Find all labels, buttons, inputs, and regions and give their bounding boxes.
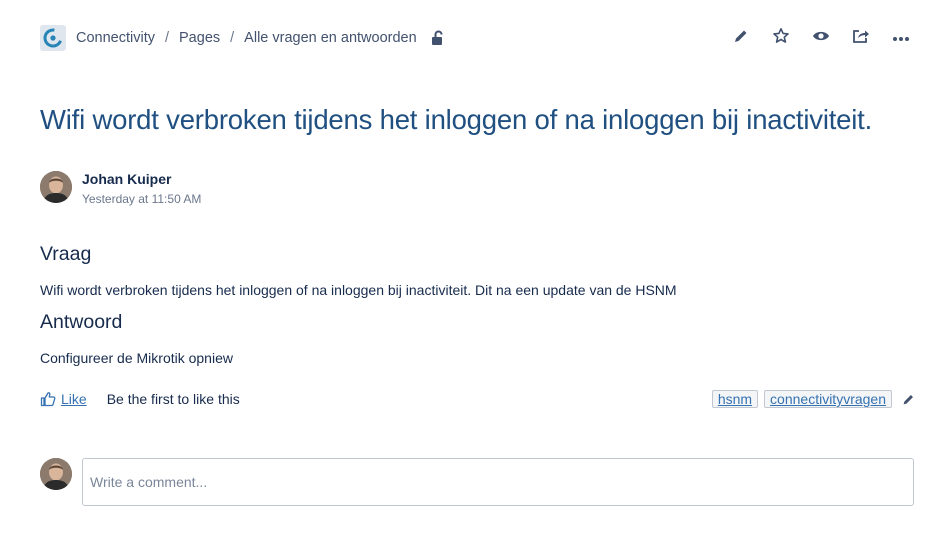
like-button[interactable]: Like bbox=[40, 391, 87, 407]
like-bar: Like Be the first to like this hsnm conn… bbox=[40, 389, 915, 409]
more-icon bbox=[892, 29, 910, 47]
favourite-button[interactable] bbox=[761, 24, 801, 52]
thumbs-up-icon bbox=[40, 391, 56, 407]
page-actions bbox=[721, 24, 921, 52]
like-label: Like bbox=[61, 391, 87, 407]
comment-area bbox=[40, 458, 914, 506]
author-name[interactable]: Johan Kuiper bbox=[82, 171, 201, 188]
question-heading: Vraag bbox=[40, 243, 92, 265]
pencil-icon bbox=[902, 393, 915, 406]
author-avatar[interactable] bbox=[40, 171, 72, 203]
breadcrumb-separator: / bbox=[230, 30, 235, 46]
breadcrumb-space-link[interactable]: Connectivity bbox=[76, 30, 155, 46]
unlock-icon[interactable] bbox=[431, 30, 445, 46]
star-icon bbox=[772, 27, 790, 50]
edit-button[interactable] bbox=[721, 24, 761, 52]
question-text: Wifi wordt verbroken tijdens het inlogge… bbox=[40, 282, 677, 298]
like-summary: Be the first to like this bbox=[106, 391, 240, 407]
breadcrumb-separator: / bbox=[164, 30, 170, 46]
eye-icon bbox=[812, 29, 830, 48]
label-tag[interactable]: hsnm bbox=[711, 390, 759, 408]
page-title: Wifi wordt verbroken tijdens het inlogge… bbox=[40, 104, 873, 135]
share-button[interactable] bbox=[841, 24, 881, 52]
answer-text: Configureer de Mikrotik opniew bbox=[40, 350, 233, 366]
share-icon bbox=[852, 28, 870, 49]
edit-labels-button[interactable] bbox=[902, 393, 915, 406]
label-tag[interactable]: connectivityvragen bbox=[764, 390, 892, 408]
pencil-icon bbox=[733, 28, 749, 49]
breadcrumb: Connectivity / Pages / Alle vragen en an… bbox=[76, 30, 417, 46]
watch-button[interactable] bbox=[801, 24, 841, 52]
current-user-avatar bbox=[40, 458, 72, 490]
byline: Johan Kuiper Yesterday at 11:50 AM bbox=[40, 171, 201, 207]
answer-heading: Antwoord bbox=[40, 311, 123, 333]
breadcrumb-pages-link[interactable]: Pages bbox=[179, 30, 220, 46]
labels-list: hsnm connectivityvragen bbox=[706, 389, 915, 409]
page-timestamp[interactable]: Yesterday at 11:50 AM bbox=[82, 191, 201, 207]
space-logo-icon[interactable] bbox=[40, 25, 66, 51]
more-actions-button[interactable] bbox=[881, 24, 921, 52]
page-header: Connectivity / Pages / Alle vragen en an… bbox=[40, 24, 921, 52]
breadcrumb-parent-link[interactable]: Alle vragen en antwoorden bbox=[244, 30, 417, 46]
comment-input[interactable] bbox=[82, 458, 914, 506]
